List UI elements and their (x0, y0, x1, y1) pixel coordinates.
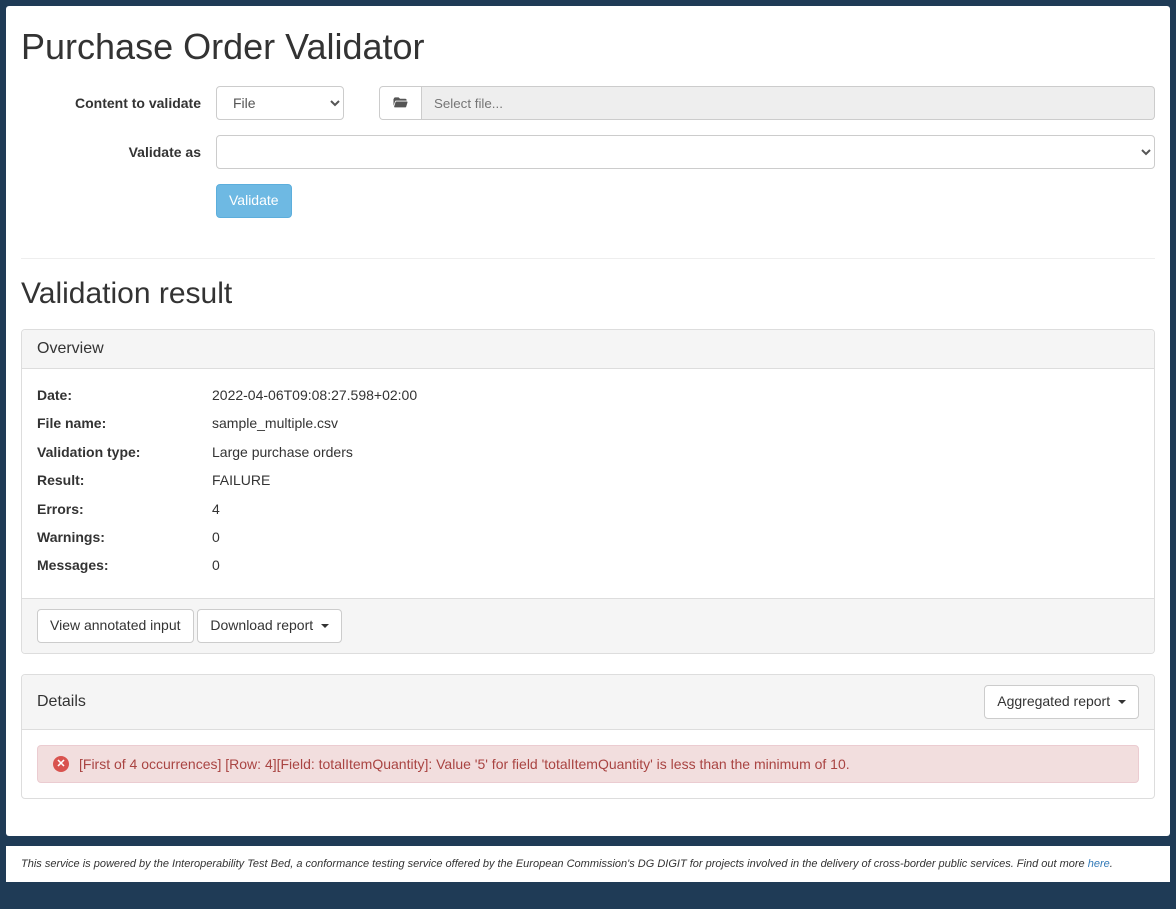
result-value: FAILURE (212, 469, 1139, 491)
open-file-button[interactable] (379, 86, 422, 120)
validate-button[interactable]: Validate (216, 184, 292, 218)
warnings-label: Warnings: (37, 526, 212, 548)
date-value: 2022-04-06T09:08:27.598+02:00 (212, 384, 1139, 406)
filename-value: sample_multiple.csv (212, 412, 1139, 434)
errors-value: 4 (212, 498, 1139, 520)
result-heading: Validation result (21, 277, 1155, 311)
page-title: Purchase Order Validator (21, 6, 1155, 86)
caret-down-icon (321, 624, 329, 628)
validation-type-value: Large purchase orders (212, 441, 1139, 463)
footer-link[interactable]: here (1088, 858, 1110, 870)
folder-open-icon (393, 96, 408, 111)
messages-value: 0 (212, 554, 1139, 576)
details-panel: Details Aggregated report ✕ [First of 4 … (21, 674, 1155, 799)
date-label: Date: (37, 384, 212, 406)
error-row[interactable]: ✕ [First of 4 occurrences] [Row: 4][Fiel… (37, 745, 1139, 783)
view-annotated-input-button[interactable]: View annotated input (37, 609, 194, 643)
content-to-validate-label: Content to validate (21, 95, 216, 111)
overview-panel: Overview Date:2022-04-06T09:08:27.598+02… (21, 329, 1155, 654)
warnings-value: 0 (212, 526, 1139, 548)
error-message: [First of 4 occurrences] [Row: 4][Field:… (79, 756, 850, 772)
errors-label: Errors: (37, 498, 212, 520)
validation-type-label: Validation type: (37, 441, 212, 463)
filename-label: File name: (37, 412, 212, 434)
validate-as-select[interactable] (216, 135, 1155, 169)
error-circle-icon: ✕ (53, 756, 69, 772)
details-heading: Details (37, 693, 86, 711)
download-report-button[interactable]: Download report (197, 609, 342, 643)
result-label: Result: (37, 469, 212, 491)
divider (21, 258, 1155, 259)
messages-label: Messages: (37, 554, 212, 576)
aggregated-report-button[interactable]: Aggregated report (984, 685, 1139, 719)
caret-down-icon (1118, 700, 1126, 704)
file-path-input[interactable] (422, 86, 1155, 120)
validate-as-label: Validate as (21, 144, 216, 160)
footer: This service is powered by the Interoper… (6, 846, 1170, 882)
content-type-select[interactable]: File (216, 86, 344, 120)
overview-heading: Overview (22, 330, 1154, 369)
